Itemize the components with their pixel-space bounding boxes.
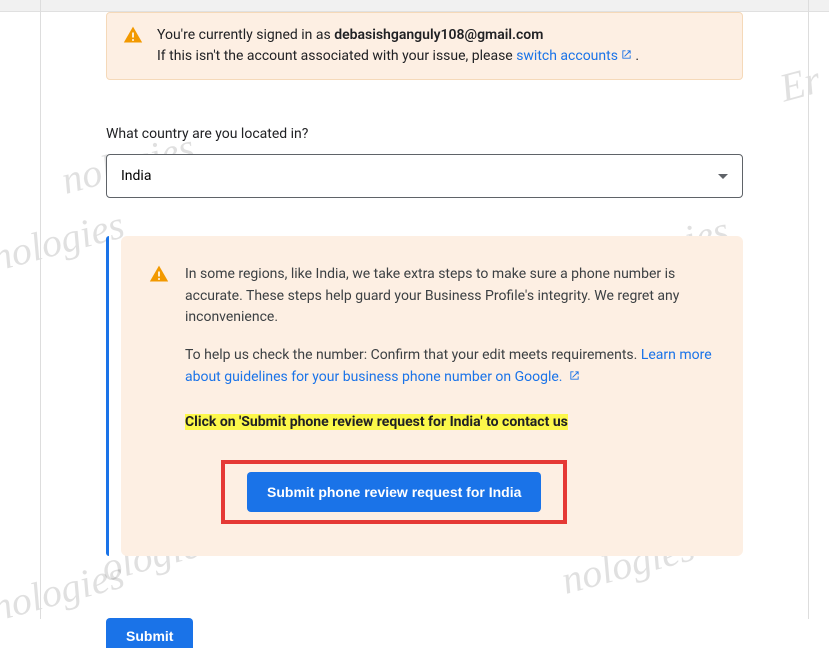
warning-icon (149, 264, 169, 288)
chevron-down-icon (718, 174, 728, 179)
signin-note: If this isn't the account associated wit… (157, 48, 516, 64)
country-question: What country are you located in? (106, 126, 743, 142)
info-paragraph-2a: To help us check the number: Confirm tha… (185, 347, 641, 363)
info-paragraph-1: In some regions, like India, we take ext… (185, 264, 715, 329)
signin-email: debasishganguly108@gmail.com (334, 27, 543, 43)
submit-button[interactable]: Submit (106, 618, 193, 648)
country-selected-value: India (121, 168, 151, 184)
info-panel: In some regions, like India, we take ext… (121, 236, 743, 556)
external-link-icon (621, 46, 632, 57)
switch-accounts-link[interactable]: switch accounts (516, 48, 632, 64)
signin-prefix: You're currently signed in as (157, 27, 334, 43)
submit-phone-review-button[interactable]: Submit phone review request for India (247, 472, 541, 512)
country-select[interactable]: India (106, 154, 743, 198)
highlighted-action-box: Submit phone review request for India (221, 460, 567, 524)
signin-banner: You're currently signed in as debasishga… (106, 12, 743, 80)
instruction-highlight: Click on 'Submit phone review request fo… (185, 414, 568, 430)
external-link-icon (569, 367, 580, 378)
warning-icon (123, 25, 143, 49)
